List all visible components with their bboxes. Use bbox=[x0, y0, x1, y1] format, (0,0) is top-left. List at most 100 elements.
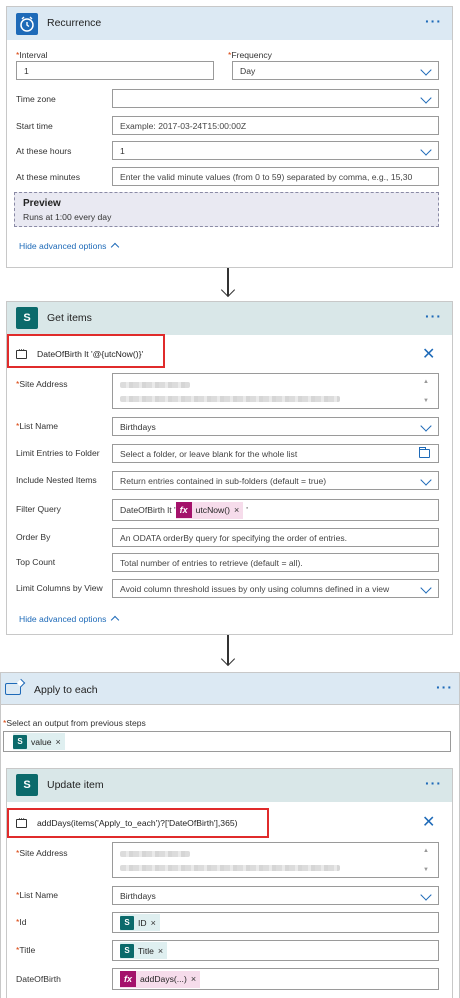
sharepoint-icon: S bbox=[16, 307, 38, 329]
update-item-card: S Update item ··· addDays(items('Apply_t… bbox=[6, 768, 453, 998]
recurrence-title: Recurrence bbox=[47, 17, 102, 29]
function-icon: fx bbox=[175, 502, 192, 518]
get-items-title: Get items bbox=[47, 312, 92, 324]
get-items-header[interactable]: S Get items ··· bbox=[7, 302, 452, 335]
site-address-select[interactable]: ▲ ▼ bbox=[112, 373, 439, 409]
sharepoint-icon: S bbox=[120, 915, 134, 930]
sharepoint-icon: S bbox=[16, 774, 38, 796]
highlight-adddays-note bbox=[7, 808, 269, 838]
preview-title: Preview bbox=[23, 198, 61, 209]
chevron-down-icon bbox=[420, 64, 432, 76]
update-item-more-button[interactable]: ··· bbox=[425, 776, 442, 790]
remove-token-icon[interactable]: × bbox=[191, 974, 200, 984]
order-by-input[interactable]: An ODATA orderBy query for specifying th… bbox=[112, 528, 439, 547]
scroll-up-icon: ▲ bbox=[423, 848, 429, 854]
chevron-down-icon bbox=[420, 420, 432, 432]
close-note-icon[interactable]: ✕ bbox=[422, 347, 435, 363]
dob-label: DateOfBirth bbox=[16, 974, 61, 984]
id-input[interactable]: S ID × bbox=[112, 912, 439, 933]
limit-folder-label: Limit Entries to Folder bbox=[16, 448, 100, 458]
list-name-select[interactable]: Birthdays bbox=[112, 886, 439, 905]
top-count-label: Top Count bbox=[16, 557, 56, 567]
scroll-up-icon: ▲ bbox=[423, 379, 429, 385]
chevron-down-icon bbox=[420, 474, 432, 486]
preview-text: Runs at 1:00 every day bbox=[23, 212, 112, 222]
site-address-blurred bbox=[120, 382, 190, 388]
list-name-select[interactable]: Birthdays bbox=[112, 417, 439, 436]
hide-advanced-options-link[interactable]: Hide advanced options bbox=[19, 614, 120, 625]
highlight-filter-note bbox=[7, 334, 165, 368]
site-address-label: *Site Address bbox=[16, 848, 68, 858]
id-token-label: ID bbox=[138, 917, 147, 928]
chevron-down-icon bbox=[420, 92, 432, 104]
title-token-label: Title bbox=[138, 945, 154, 956]
chevron-down-icon bbox=[420, 144, 432, 156]
id-label: *Id bbox=[16, 917, 27, 927]
id-token[interactable]: S ID × bbox=[120, 914, 160, 931]
apply-each-more-button[interactable]: ··· bbox=[436, 680, 453, 694]
utcnow-token[interactable]: fx utcNow() × bbox=[175, 501, 244, 519]
filter-query-label: Filter Query bbox=[16, 504, 61, 514]
frequency-select[interactable]: Day bbox=[232, 61, 439, 80]
select-output-label: *Select an output from previous steps bbox=[3, 718, 146, 728]
value-token[interactable]: Svalue × bbox=[13, 733, 65, 750]
list-name-label: *List Name bbox=[16, 421, 59, 431]
top-count-input[interactable]: Total number of entries to retrieve (def… bbox=[112, 553, 439, 572]
chevron-up-icon bbox=[111, 615, 120, 625]
scroll-down-icon: ▼ bbox=[423, 398, 429, 404]
get-items-more-button[interactable]: ··· bbox=[425, 309, 442, 323]
list-name-label: *List Name bbox=[16, 890, 59, 900]
minutes-label: At these minutes bbox=[16, 172, 81, 182]
filter-query-input[interactable]: DateOfBirth lt ' fx utcNow() × ' bbox=[112, 499, 439, 521]
scroll-down-icon: ▼ bbox=[423, 867, 429, 873]
frequency-label: *Frequency bbox=[228, 50, 272, 60]
select-output-input[interactable]: Svalue × bbox=[3, 731, 451, 752]
start-time-input[interactable]: Example: 2017-03-24T15:00:00Z bbox=[112, 116, 439, 135]
limit-columns-select[interactable]: Avoid column threshold issues by only us… bbox=[112, 579, 439, 598]
remove-token-icon[interactable]: × bbox=[56, 737, 65, 747]
interval-label: *Interval bbox=[16, 50, 48, 60]
recurrence-more-button[interactable]: ··· bbox=[425, 14, 442, 28]
title-token[interactable]: S Title × bbox=[120, 942, 168, 959]
close-note-icon[interactable]: ✕ bbox=[422, 815, 435, 831]
hours-select[interactable]: 1 bbox=[112, 141, 439, 160]
adddays-token[interactable]: fx addDays(...) × bbox=[120, 970, 201, 988]
sharepoint-icon: S bbox=[13, 734, 27, 749]
timezone-select[interactable] bbox=[112, 89, 439, 108]
dob-input[interactable]: fx addDays(...) × bbox=[112, 968, 439, 990]
remove-token-icon[interactable]: × bbox=[234, 505, 243, 515]
alarm-clock-icon bbox=[16, 13, 38, 35]
sharepoint-icon: S bbox=[120, 943, 134, 958]
site-address-blurred bbox=[120, 851, 190, 857]
limit-columns-label: Limit Columns by View bbox=[16, 583, 103, 593]
remove-token-icon[interactable]: × bbox=[158, 946, 167, 956]
nested-items-label: Include Nested Items bbox=[16, 475, 97, 485]
minutes-input[interactable]: Enter the valid minute values (from 0 to… bbox=[112, 167, 439, 186]
apply-each-title: Apply to each bbox=[34, 684, 98, 696]
arrow-down-icon bbox=[220, 651, 236, 667]
site-address-select[interactable]: ▲ ▼ bbox=[112, 842, 439, 878]
update-item-title: Update item bbox=[47, 779, 104, 791]
interval-input[interactable]: 1 bbox=[16, 61, 214, 80]
update-item-header[interactable]: S Update item ··· bbox=[7, 769, 452, 802]
limit-folder-input[interactable]: Select a folder, or leave blank for the … bbox=[112, 444, 439, 463]
recurrence-header[interactable]: Recurrence ··· bbox=[7, 7, 452, 40]
site-address-blurred bbox=[120, 865, 340, 871]
filter-suffix-text: ' bbox=[246, 505, 248, 515]
title-input[interactable]: S Title × bbox=[112, 940, 439, 961]
chevron-down-icon bbox=[420, 889, 432, 901]
utcnow-token-label: utcNow() bbox=[195, 505, 230, 515]
folder-icon[interactable] bbox=[419, 447, 430, 458]
chevron-up-icon bbox=[111, 242, 120, 252]
value-token-label: value bbox=[31, 736, 52, 747]
recurrence-card: Recurrence ··· *Interval 1 *Frequency Da… bbox=[6, 6, 453, 268]
apply-each-header[interactable]: Apply to each ··· bbox=[0, 672, 460, 705]
filter-prefix-text: DateOfBirth lt ' bbox=[120, 505, 176, 515]
adddays-token-label: addDays(...) bbox=[140, 974, 187, 984]
hide-advanced-options-link[interactable]: Hide advanced options bbox=[19, 241, 120, 252]
remove-token-icon[interactable]: × bbox=[151, 918, 160, 928]
loop-icon bbox=[5, 683, 21, 695]
nested-items-select[interactable]: Return entries contained in sub-folders … bbox=[112, 471, 439, 490]
chevron-down-icon bbox=[420, 582, 432, 594]
order-by-label: Order By bbox=[16, 532, 51, 542]
